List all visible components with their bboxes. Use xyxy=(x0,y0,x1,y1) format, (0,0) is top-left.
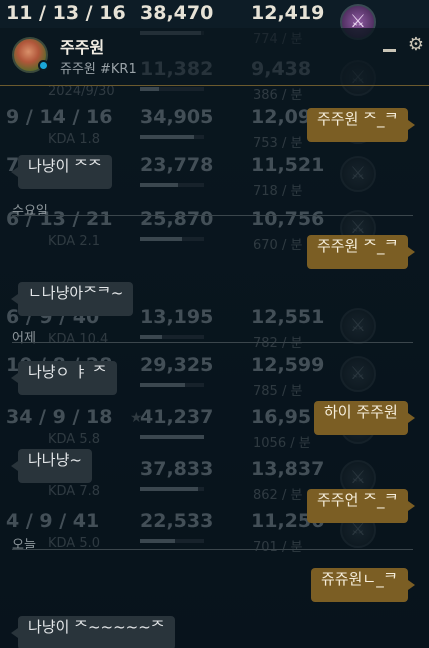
online-status-icon xyxy=(38,60,49,71)
kda-score: 11 / 13 / 16 xyxy=(6,2,126,24)
date-divider-label: 어제 xyxy=(12,331,36,346)
divider-line xyxy=(12,549,413,550)
incoming-message: ㄴ나냥아ᄌᄏ~ xyxy=(10,282,134,316)
divider-line xyxy=(12,342,413,343)
date-divider-label: 오늘 xyxy=(12,538,36,553)
date-divider: 수요일 xyxy=(12,202,413,219)
divider-line xyxy=(12,215,413,216)
damage-dealt: 12,419 xyxy=(251,2,325,24)
outgoing-message: 주주원 ᄌ_ᄏ xyxy=(307,108,416,142)
chat-message-list[interactable]: 주주원 ᄌ_ᄏ 나냥이 ᄌᄌ 수요일 주주원 ᄌ_ᄏ ㄴ나냥아ᄌᄏ~ 어제 나냥ㅇ ㅑ ᄌ하… xyxy=(0,86,429,648)
minimize-icon[interactable] xyxy=(382,36,398,58)
incoming-message: 나나냥~ xyxy=(11,449,92,483)
incoming-message: 나냥이 ᄌ~~~~~ᄌ xyxy=(11,616,175,648)
outgoing-message: 쥬쥬원ㄴ_ᄏ xyxy=(311,568,414,602)
gold-earned: 38,470 xyxy=(140,2,214,24)
incoming-message: 나냥ㅇ ㅑ ᄌ xyxy=(11,361,117,395)
date-divider: 어제 xyxy=(12,329,413,346)
friend-name: 주주원 xyxy=(60,38,105,57)
friend-riot-id: 쥬주원 #KR1 xyxy=(60,62,137,77)
gear-icon[interactable]: ⚙ xyxy=(406,34,426,56)
outgoing-message: 하이 주주원 xyxy=(314,401,415,435)
chat-header: 주주원 쥬주원 #KR1 ⚙ xyxy=(0,28,429,86)
outgoing-message: 주주언 ᄌ_ᄏ xyxy=(307,489,416,523)
date-divider-label: 수요일 xyxy=(12,204,48,219)
incoming-message: 나냥이 ᄌᄌ xyxy=(11,155,112,189)
date-divider: 오늘 xyxy=(12,536,413,553)
outgoing-message: 주주원 ᄌ_ᄏ xyxy=(307,235,416,269)
